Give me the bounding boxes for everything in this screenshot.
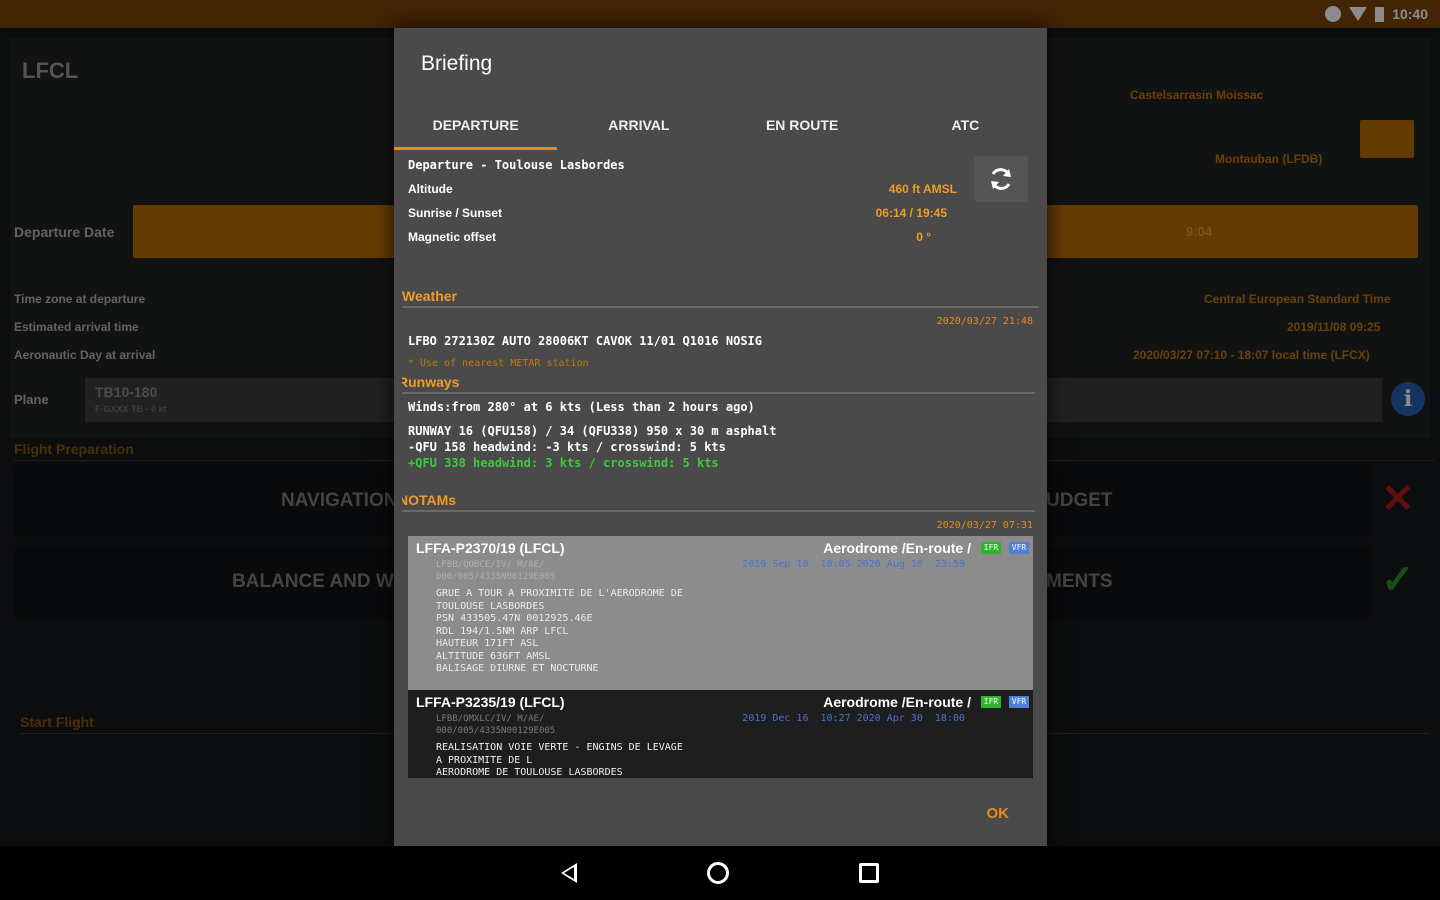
runways-section: Runways bbox=[402, 374, 1035, 394]
vfr-badge: VFR bbox=[1009, 542, 1029, 554]
refresh-icon bbox=[991, 168, 1011, 190]
altitude-label: Altitude bbox=[408, 182, 453, 196]
ifr-badge: IFR bbox=[981, 696, 1001, 708]
recents-icon[interactable] bbox=[859, 863, 879, 883]
notam-card[interactable]: LFFA-P2370/19 (LFCL) Aerodrome /En-route… bbox=[408, 536, 1033, 690]
sun-label: Sunrise / Sunset bbox=[408, 206, 503, 220]
metar-note: * Use of nearest METAR station bbox=[408, 358, 589, 369]
magnetic-label: Magnetic offset bbox=[408, 230, 497, 244]
tab-bar: DEPARTURE ARRIVAL EN ROUTE ATC bbox=[394, 100, 1047, 150]
qfu158-text: -QFU 158 headwind: -3 kts / crosswind: 5… bbox=[408, 440, 726, 454]
system-nav-bar bbox=[0, 846, 1440, 900]
back-icon[interactable] bbox=[561, 863, 577, 883]
ok-button[interactable]: OK bbox=[987, 805, 1010, 822]
notam-text: REALISATION VOIE VERTE - ENGINS DE LEVAG… bbox=[436, 742, 683, 778]
altitude-value: 460 ft AMSL bbox=[888, 182, 957, 196]
sun-value: 06:14 / 19:45 bbox=[875, 206, 947, 220]
notam-dates: 2019 Sep 10 10:05 2020 Aug 10 23:59 bbox=[742, 559, 965, 570]
notam-dates: 2019 Dec 16 10:27 2020 Apr 30 18:00 bbox=[742, 713, 965, 724]
magnetic-value: 0 ° bbox=[916, 230, 931, 244]
weather-section: Weather bbox=[402, 288, 1039, 308]
notam-code: 000/005/4335N00129E005 bbox=[436, 726, 556, 736]
notam-code: LFBB/QMXLC/IV/ M/AE/ bbox=[436, 714, 545, 724]
tab-arrival[interactable]: ARRIVAL bbox=[557, 100, 720, 150]
tab-atc[interactable]: ATC bbox=[884, 100, 1047, 150]
briefing-dialog: Briefing DEPARTURE ARRIVAL EN ROUTE ATC … bbox=[394, 28, 1047, 846]
runway-text: RUNWAY 16 (QFU158) / 34 (QFU338) 950 x 3… bbox=[408, 424, 777, 438]
winds-text: Winds:from 280° at 6 kts (Less than 2 ho… bbox=[408, 400, 755, 414]
notam-type: Aerodrome /En-route / bbox=[823, 540, 971, 556]
notam-type: Aerodrome /En-route / bbox=[823, 694, 971, 710]
notam-id: LFFA-P3235/19 (LFCL) bbox=[416, 694, 565, 710]
weather-timestamp: 2020/03/27 21:48 bbox=[936, 316, 1033, 327]
notam-code: 000/005/4335N00129E005 bbox=[436, 572, 556, 582]
qfu338-text: +QFU 338 headwind: 3 kts / crosswind: 5 … bbox=[408, 456, 719, 470]
refresh-button[interactable] bbox=[974, 156, 1028, 202]
notams-section: NOTAMs bbox=[402, 492, 1035, 512]
tab-en-route[interactable]: EN ROUTE bbox=[721, 100, 884, 150]
notams-timestamp: 2020/03/27 07:31 bbox=[936, 520, 1033, 531]
ifr-badge: IFR bbox=[981, 542, 1001, 554]
home-icon[interactable] bbox=[707, 862, 729, 884]
dialog-title: Briefing bbox=[421, 52, 493, 75]
notam-card[interactable]: LFFA-P3235/19 (LFCL) Aerodrome /En-route… bbox=[408, 690, 1033, 778]
departure-header: Departure - Toulouse Lasbordes bbox=[408, 158, 625, 172]
vfr-badge: VFR bbox=[1009, 696, 1029, 708]
notam-text: GRUE A TOUR A PROXIMITE DE L'AERODROME D… bbox=[436, 588, 683, 674]
briefing-content[interactable]: Departure - Toulouse Lasbordes Altitude … bbox=[402, 150, 1039, 780]
metar-text: LFBO 272130Z AUTO 28006KT CAVOK 11/01 Q1… bbox=[408, 334, 763, 348]
tab-departure[interactable]: DEPARTURE bbox=[394, 100, 558, 150]
notam-id: LFFA-P2370/19 (LFCL) bbox=[416, 540, 565, 556]
notam-code: LFBB/QOBCE/IV/ M/AE/ bbox=[436, 560, 545, 570]
